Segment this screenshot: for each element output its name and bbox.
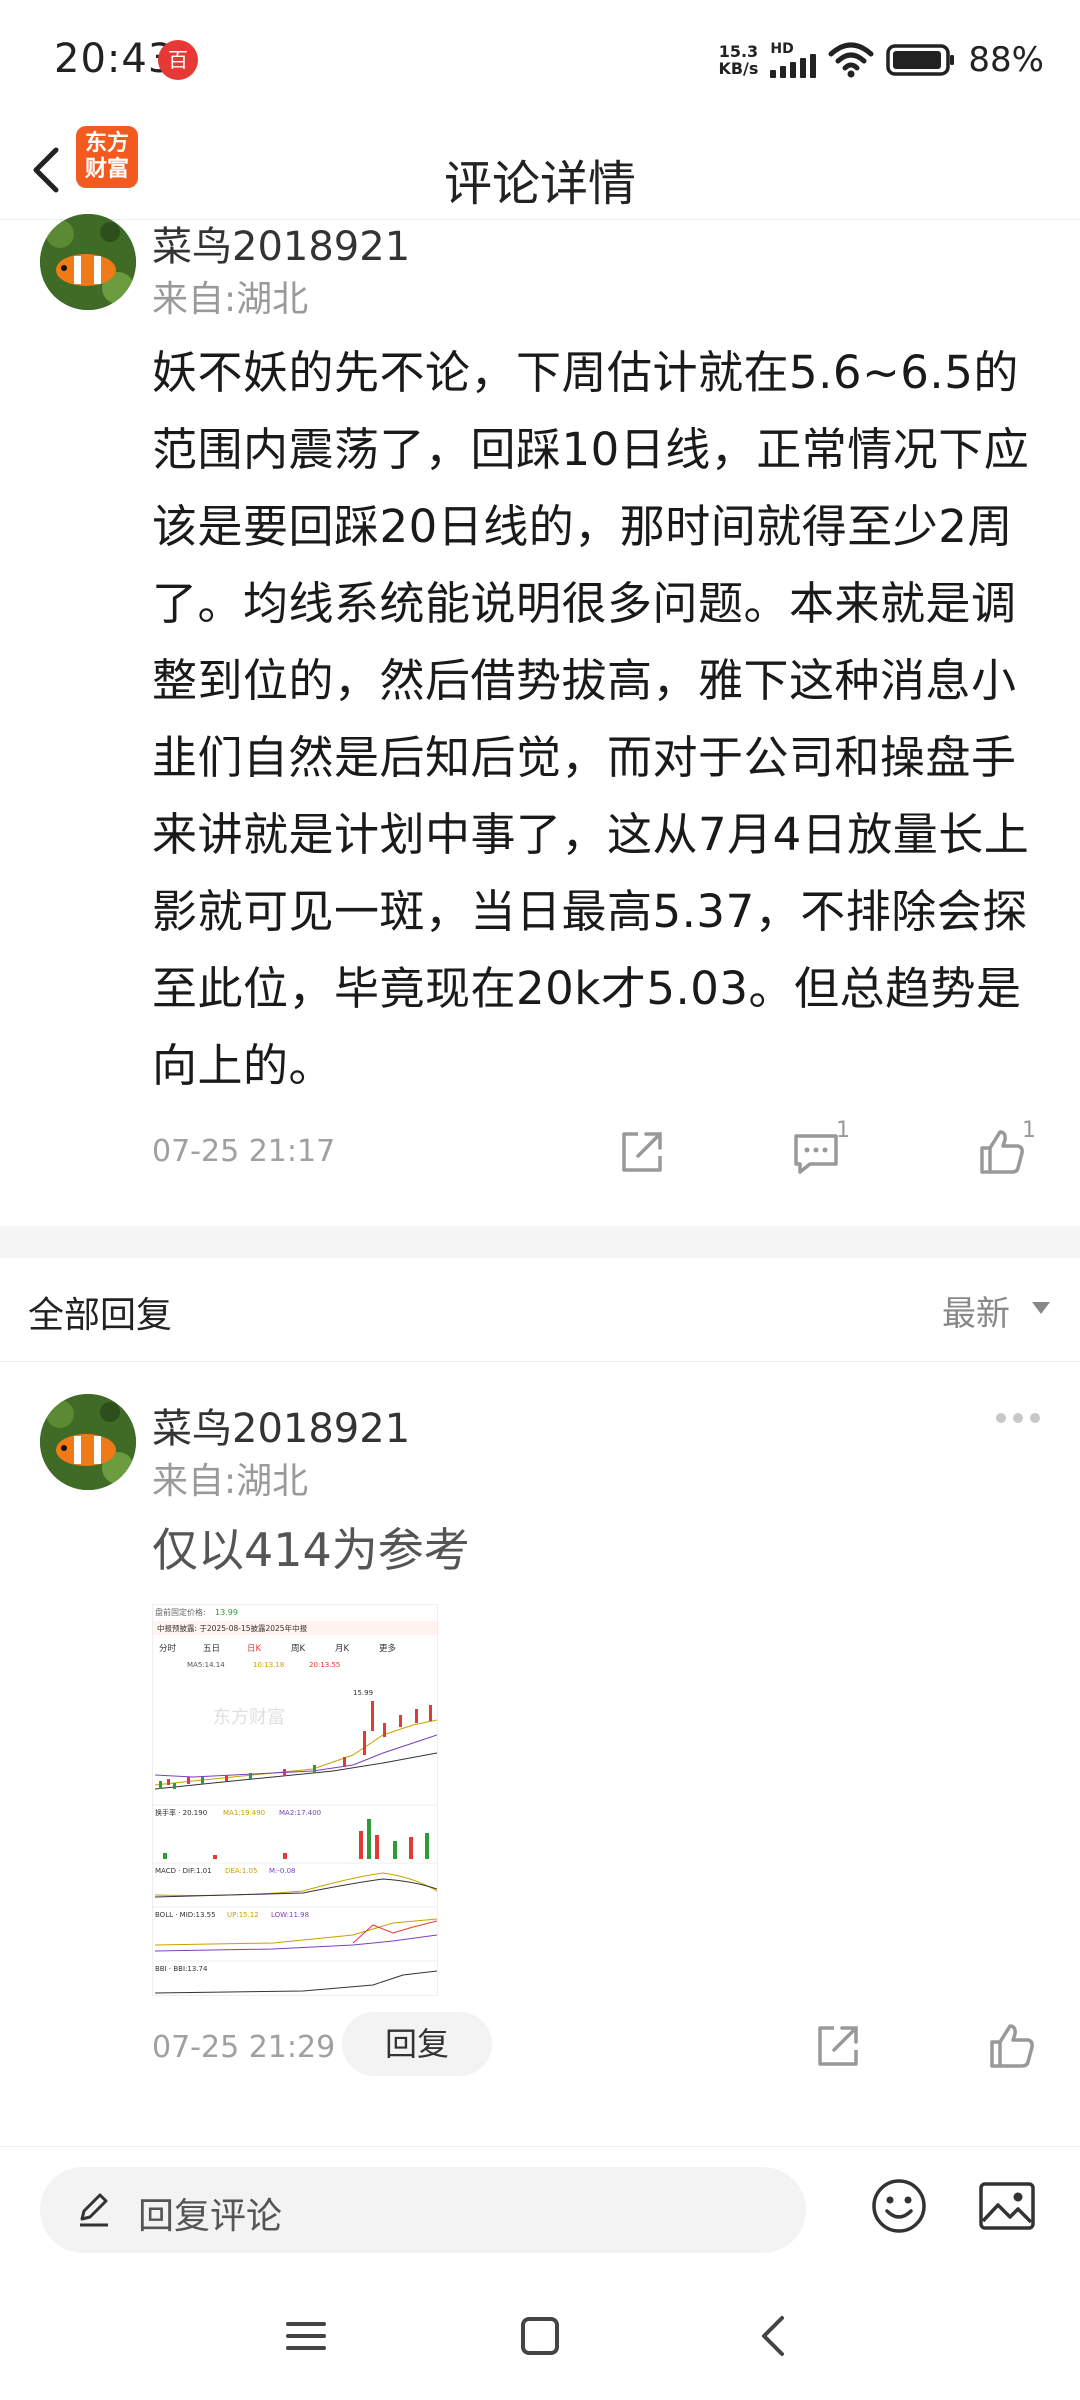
reply-input-placeholder: 回复评论 xyxy=(138,2196,283,2237)
comment-timestamp: 07-25 21:17 xyxy=(152,1134,336,1169)
caret-down-icon[interactable] xyxy=(1032,1302,1050,1314)
sort-dropdown[interactable]: 最新 xyxy=(942,1286,1010,1335)
nav-back-icon[interactable] xyxy=(750,2312,798,2360)
pen-icon xyxy=(74,2189,114,2229)
chart-ma5: MA5:14.14 xyxy=(187,1661,225,1669)
chart-ma2: MA2:17.400 xyxy=(279,1809,321,1817)
battery-percent: 88% xyxy=(968,40,1044,80)
signal-icon xyxy=(770,54,817,78)
chart-low: LOW:11.98 xyxy=(271,1911,309,1919)
chart-dea: DEA:1.05 xyxy=(225,1867,257,1875)
reply-timestamp: 07-25 21:29 xyxy=(152,2030,336,2065)
chart-vol-label: 换手率 · 20.190 xyxy=(155,1808,207,1817)
reply-button[interactable]: 回复 xyxy=(342,2012,492,2076)
chart-m: M:-0.08 xyxy=(269,1867,296,1875)
chart-ma10: 10:13.18 xyxy=(253,1661,284,1669)
candlesticks xyxy=(154,1701,437,1790)
reply-thumbs-up-icon[interactable] xyxy=(986,2020,1038,2072)
chart-macd-label: MACD · DIF:1.01 xyxy=(155,1867,212,1875)
reply-username[interactable]: 菜鸟2018921 xyxy=(152,1396,410,1454)
reply-body: 仅以414为参考 xyxy=(152,1523,470,1577)
chart-up: UP:15.12 xyxy=(227,1911,259,1919)
wifi-icon xyxy=(828,42,874,78)
more-options-icon[interactable] xyxy=(996,1410,1040,1426)
status-indicators: 15.3 KB/s HD 88% xyxy=(718,38,1044,82)
net-speed: 15.3 KB/s xyxy=(718,43,758,77)
signal-group: HD xyxy=(770,41,817,78)
comment-count: 1 xyxy=(836,1118,850,1143)
image-icon[interactable] xyxy=(978,2179,1036,2233)
comment-icon[interactable] xyxy=(790,1126,842,1178)
chart-tab-5: 更多 xyxy=(379,1643,397,1654)
emoji-icon[interactable] xyxy=(870,2177,928,2235)
chart-tab-0: 分时 xyxy=(159,1643,177,1654)
share-icon[interactable] xyxy=(616,1126,668,1178)
chart-ma20: 20:13.55 xyxy=(309,1661,340,1669)
chart-tab-2: 日K xyxy=(247,1644,262,1654)
comment-body: 妖不妖的先不论，下周估计就在5.6~6.5的范围内震荡了，回踩10日线，正常情况… xyxy=(152,346,1030,1092)
chart-tab-3: 周K xyxy=(291,1644,306,1654)
home-icon[interactable] xyxy=(516,2312,564,2360)
menu-icon[interactable] xyxy=(282,2312,330,2360)
battery-icon xyxy=(886,43,956,77)
net-type: HD xyxy=(770,41,794,57)
username[interactable]: 菜鸟2018921 xyxy=(152,214,410,272)
chart-ma1: MA1:19.490 xyxy=(223,1809,265,1817)
volume-bars xyxy=(163,1819,429,1859)
chart-price-label: 盘前固定价格: xyxy=(155,1607,206,1617)
like-count: 1 xyxy=(1022,1118,1036,1143)
avatar[interactable] xyxy=(40,214,136,310)
reply-comment-input[interactable]: 回复评论 xyxy=(40,2167,806,2253)
reply-share-icon[interactable] xyxy=(812,2020,864,2072)
chart-notice: 中报预披露: 于2025-08-15披露2025年中报 xyxy=(157,1623,308,1633)
top-header: 东方 财富 评论详情 xyxy=(0,120,1080,220)
status-time: 20:43 xyxy=(54,36,175,82)
chart-tab-1: 五日 xyxy=(203,1644,220,1654)
chart-price: 13.99 xyxy=(215,1608,238,1617)
user-location: 来自:湖北 xyxy=(152,279,309,320)
thumbs-up-icon[interactable] xyxy=(976,1126,1028,1178)
chart-screenshot-image[interactable]: 盘前固定价格: 13.99 中报预披露: 于2025-08-15披露2025年中… xyxy=(152,1604,438,1996)
chart-boll-label: BOLL · MID:13.55 xyxy=(155,1911,216,1919)
reply-avatar[interactable] xyxy=(40,1394,136,1490)
replies-title: 全部回复 xyxy=(28,1295,173,1336)
replies-header: 全部回复 最新 xyxy=(0,1258,1080,1362)
reply-location: 来自:湖北 xyxy=(152,1461,309,1502)
net-speed-unit: KB/s xyxy=(718,59,759,78)
chart-tab-4: 月K xyxy=(335,1644,350,1654)
system-nav-bar xyxy=(0,2274,1080,2400)
section-divider xyxy=(0,1226,1080,1258)
chart-watermark: 东方财富 xyxy=(213,1707,285,1728)
chart-bbi-label: BBI · BBI:13.74 xyxy=(155,1965,208,1973)
page-title: 评论详情 xyxy=(443,156,636,212)
baidu-app-icon: 百 xyxy=(158,40,198,80)
status-bar: 20:43 百 15.3 KB/s HD 88% xyxy=(0,0,1080,120)
net-speed-value: 15.3 xyxy=(718,42,759,61)
chart-high: 15.99 xyxy=(353,1689,373,1697)
bottom-input-bar: 回复评论 xyxy=(0,2146,1080,2274)
